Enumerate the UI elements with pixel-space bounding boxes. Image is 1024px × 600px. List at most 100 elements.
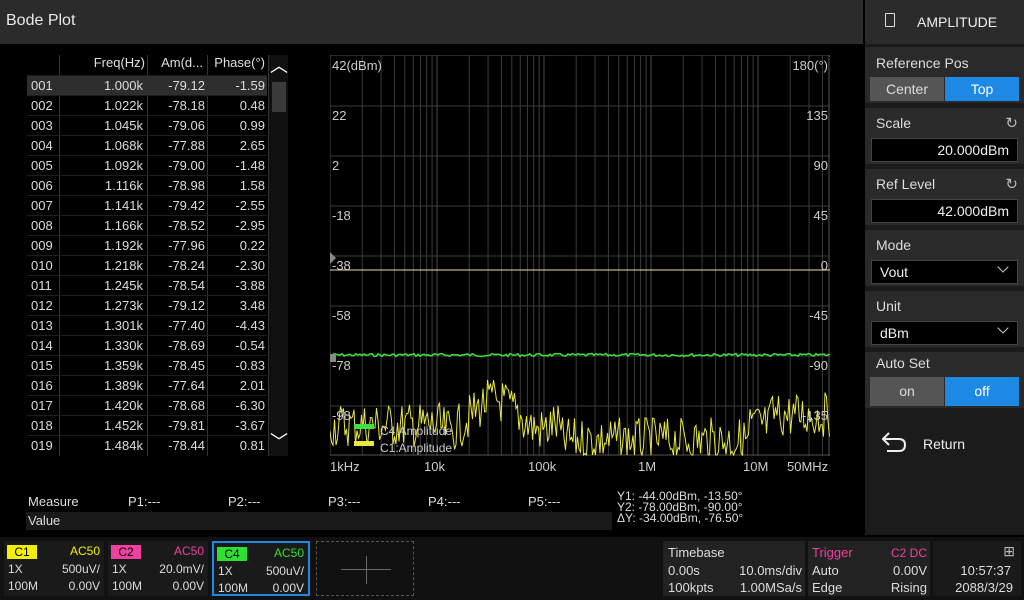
row-amplitude: -78.24 bbox=[168, 258, 205, 273]
measure-p2: P2:--- bbox=[228, 494, 261, 509]
reference-pos-top-button[interactable]: Top bbox=[945, 77, 1019, 101]
row-index: 019 bbox=[31, 438, 53, 453]
column-header-freq: Freq(Hz) bbox=[93, 55, 145, 70]
channel-tag: C1 bbox=[7, 545, 37, 559]
unit-select[interactable]: dBm bbox=[871, 321, 1018, 345]
row-amplitude: -77.40 bbox=[168, 318, 205, 333]
table-row[interactable]: 001 1.000k -79.12 -1.59 bbox=[27, 75, 267, 95]
channel-c1-panel[interactable]: C1 AC50 1X 500uV/100M 0.00V bbox=[4, 541, 104, 596]
return-label: Return bbox=[923, 436, 966, 452]
table-row[interactable]: 019 1.484k -78.44 0.81 bbox=[27, 435, 267, 455]
table-row[interactable]: 011 1.245k -78.54 -3.88 bbox=[27, 275, 267, 295]
measure-value-label: Value bbox=[28, 513, 61, 528]
mode-section[interactable]: Mode Vout bbox=[865, 230, 1024, 286]
row-amplitude: -78.68 bbox=[168, 398, 205, 413]
scale-field[interactable]: 20.000dBm bbox=[871, 138, 1018, 162]
row-phase: 0.81 bbox=[239, 438, 265, 453]
trigger-slope: Rising bbox=[890, 580, 927, 595]
scroll-down-icon[interactable]: ﹀ bbox=[270, 433, 288, 451]
channel-probe: 1X bbox=[8, 562, 23, 576]
ref-level-section[interactable]: Ref Level ↻ 42.000dBm bbox=[865, 169, 1024, 225]
table-row[interactable]: 005 1.092k -79.00 -1.48 bbox=[27, 155, 267, 175]
row-phase: -1.48 bbox=[235, 158, 265, 173]
table-row[interactable]: 014 1.330k -78.69 -0.54 bbox=[27, 335, 267, 355]
row-index: 018 bbox=[31, 418, 53, 433]
row-phase: -2.30 bbox=[235, 258, 265, 273]
row-amplitude: -79.12 bbox=[168, 298, 205, 313]
row-freq: 1.330k bbox=[103, 338, 143, 353]
auto-set-on-button[interactable]: on bbox=[870, 377, 944, 406]
table-row[interactable]: 012 1.273k -79.12 3.48 bbox=[27, 295, 267, 315]
clock-date: 2088/3/29 bbox=[955, 580, 1013, 595]
column-header-amplitude: Am(d... bbox=[161, 55, 203, 70]
channel-c2-panel[interactable]: C2 AC50 1X 20.0mV/100M 0.00V bbox=[108, 541, 208, 596]
x-axis-label: 1kHz bbox=[330, 459, 360, 474]
row-index: 014 bbox=[31, 338, 53, 353]
unit-section[interactable]: Unit dBm bbox=[865, 291, 1024, 347]
row-index: 010 bbox=[31, 258, 53, 273]
scale-section[interactable]: Scale ↻ 20.000dBm bbox=[865, 108, 1024, 164]
table-row[interactable]: 015 1.359k -78.45 -0.83 bbox=[27, 355, 267, 375]
row-amplitude: -78.54 bbox=[168, 278, 205, 293]
table-row[interactable]: 008 1.166k -78.52 -2.95 bbox=[27, 215, 267, 235]
table-row[interactable]: 004 1.068k -77.88 2.65 bbox=[27, 135, 267, 155]
row-freq: 1.166k bbox=[103, 218, 143, 233]
y-axis-left-label: -78 bbox=[332, 358, 351, 373]
chevron-down-icon bbox=[997, 261, 1009, 273]
page-title: Bode Plot bbox=[6, 12, 76, 29]
channel-tag: C4 bbox=[217, 547, 247, 561]
table-row[interactable]: 017 1.420k -78.68 -6.30 bbox=[27, 395, 267, 415]
bode-data-table[interactable]: Freq(Hz) Am(d... Phase(°) 001 1.000k -79.1… bbox=[27, 55, 267, 456]
trigger-panel[interactable]: Trigger C2 DC Auto 0.00V Edge Rising bbox=[808, 541, 930, 596]
reset-icon[interactable]: ↻ bbox=[1005, 175, 1018, 193]
channel-coupling: AC50 bbox=[173, 544, 204, 558]
row-phase: -0.83 bbox=[235, 358, 265, 373]
row-amplitude: -77.88 bbox=[168, 138, 205, 153]
mode-label: Mode bbox=[876, 237, 912, 253]
table-row[interactable]: 003 1.045k -79.06 0.99 bbox=[27, 115, 267, 135]
bode-plot-area[interactable]: 42(dBm) 22 2 -18 -38 -58 -78 -98 180(°) 135 90 45 0-… bbox=[330, 55, 830, 456]
table-row[interactable]: 016 1.389k -77.64 2.01 bbox=[27, 375, 267, 395]
table-row[interactable]: 018 1.452k -79.81 -3.67 bbox=[27, 415, 267, 435]
reset-icon[interactable]: ↻ bbox=[1005, 114, 1018, 132]
row-freq: 1.092k bbox=[103, 158, 143, 173]
table-row[interactable]: 010 1.218k -78.24 -2.30 bbox=[27, 255, 267, 275]
return-button[interactable]: Return bbox=[865, 412, 1024, 474]
table-row[interactable]: 013 1.301k -77.40 -4.43 bbox=[27, 315, 267, 335]
row-freq: 1.245k bbox=[103, 278, 143, 293]
scroll-up-icon[interactable]: ︿ bbox=[270, 57, 288, 75]
reference-pos-center-button[interactable]: Center bbox=[870, 77, 944, 101]
bode-plot-graph[interactable] bbox=[330, 55, 830, 456]
cursor-readout: Y1: -44.00dBm, -13.50° Y2: -78.00dBm, -9… bbox=[617, 490, 743, 524]
row-index: 016 bbox=[31, 378, 53, 393]
y-axis-left-label: 22 bbox=[332, 108, 347, 123]
measure-p1: P1:--- bbox=[128, 494, 161, 509]
timebase-scale: 10.0ms/div bbox=[739, 563, 802, 578]
y-axis-left-label: 42(dBm) bbox=[332, 58, 382, 73]
table-row[interactable]: 009 1.192k -77.96 0.22 bbox=[27, 235, 267, 255]
x-axis-label: 100k bbox=[528, 459, 557, 474]
row-freq: 1.273k bbox=[103, 298, 143, 313]
row-amplitude: -78.52 bbox=[168, 218, 205, 233]
table-row[interactable]: 002 1.022k -78.18 0.48 bbox=[27, 95, 267, 115]
timebase-panel[interactable]: Timebase 0.00s 10.0ms/div 100kpts 1.00MS… bbox=[663, 541, 805, 596]
timebase-sample-rate: 1.00MSa/s bbox=[739, 580, 802, 595]
add-channel-button[interactable] bbox=[316, 541, 414, 596]
ref-level-field[interactable]: 42.000dBm bbox=[871, 199, 1018, 223]
auto-set-off-button[interactable]: off bbox=[945, 377, 1019, 406]
table-row[interactable]: 007 1.141k -79.42 -2.55 bbox=[27, 195, 267, 215]
row-freq: 1.484k bbox=[103, 438, 143, 453]
table-row[interactable]: 006 1.116k -78.98 1.58 bbox=[27, 175, 267, 195]
row-phase: -2.95 bbox=[235, 218, 265, 233]
channel-offset: 0.00V bbox=[68, 579, 100, 593]
return-icon bbox=[881, 432, 907, 452]
channel-tag: C2 bbox=[111, 545, 141, 559]
channel-c4-panel[interactable]: C4 AC50 1X 500uV/100M 0.00V bbox=[212, 541, 310, 596]
row-freq: 1.389k bbox=[103, 378, 143, 393]
table-scrollbar[interactable]: ︿ ﹀ bbox=[268, 55, 288, 456]
channel-coupling: AC50 bbox=[69, 544, 100, 558]
measure-value-bar: Value bbox=[26, 512, 612, 530]
scrollbar-thumb[interactable] bbox=[272, 82, 286, 112]
channel-scale: 500uV/ bbox=[265, 564, 304, 578]
mode-select[interactable]: Vout bbox=[871, 260, 1018, 284]
